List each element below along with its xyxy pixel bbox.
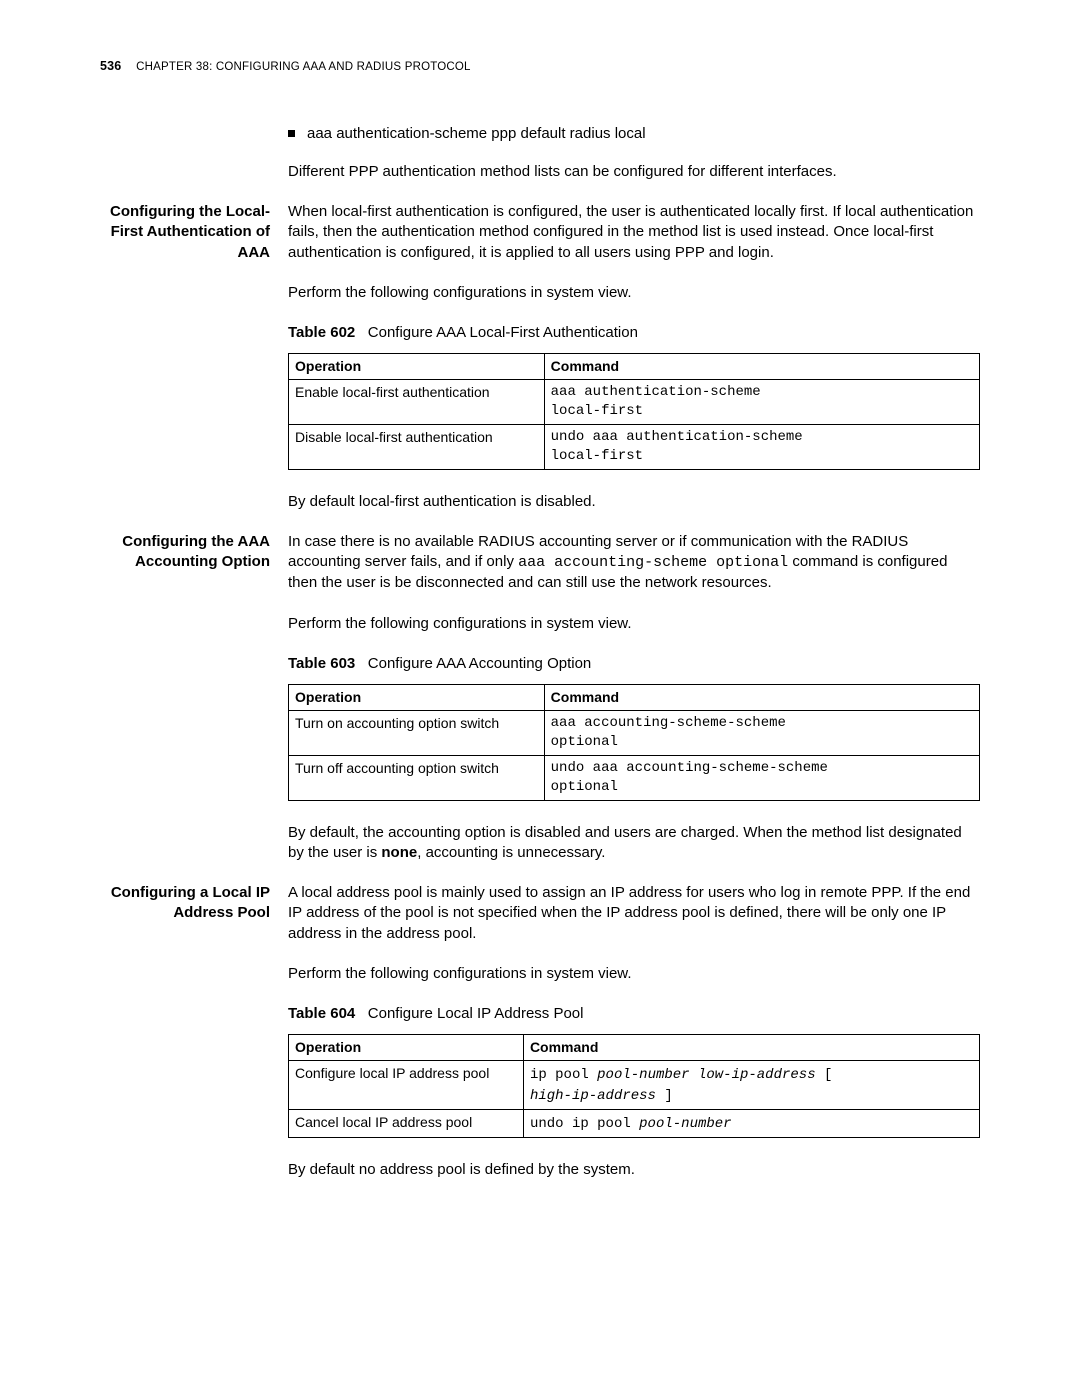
page: 536 CHAPTER 38: CONFIGURING AAA AND RADI… xyxy=(0,0,1080,1220)
table-label: Table 603 xyxy=(288,655,355,672)
para: By default no address pool is defined by… xyxy=(288,1160,980,1180)
table-row: Configure local IP address pool ip pool … xyxy=(289,1061,980,1110)
table-accounting: Operation Command Turn on accounting opt… xyxy=(288,684,980,800)
section-heading: Configuring the AAA Accounting Option xyxy=(100,532,270,573)
table-row: Cancel local IP address pool undo ip poo… xyxy=(289,1110,980,1138)
table-label: Table 604 xyxy=(288,1005,355,1022)
cell-command: undo aaa accounting-scheme-scheme option… xyxy=(544,755,979,800)
table-local-first: Operation Command Enable local-first aut… xyxy=(288,353,980,469)
cell-operation: Turn off accounting option switch xyxy=(289,755,545,800)
cell-operation: Disable local-first authentication xyxy=(289,424,545,469)
table-ip-pool: Operation Command Configure local IP add… xyxy=(288,1034,980,1138)
th-command: Command xyxy=(544,354,979,380)
bullet-text: aaa authentication-scheme ppp default ra… xyxy=(307,124,646,144)
cell-operation: Enable local-first authentication xyxy=(289,380,545,425)
running-header: 536 CHAPTER 38: CONFIGURING AAA AND RADI… xyxy=(100,58,980,76)
cell-operation: Cancel local IP address pool xyxy=(289,1110,524,1138)
cell-command: undo ip pool pool-number xyxy=(523,1110,979,1138)
section-body: A local address pool is mainly used to a… xyxy=(288,883,980,1180)
intro-block: aaa authentication-scheme ppp default ra… xyxy=(100,124,980,203)
th-command: Command xyxy=(544,685,979,711)
page-number: 536 xyxy=(100,59,121,73)
th-operation: Operation xyxy=(289,354,545,380)
para: Perform the following configurations in … xyxy=(288,614,980,634)
th-command: Command xyxy=(523,1035,979,1061)
th-operation: Operation xyxy=(289,1035,524,1061)
section-heading: Configuring the Local-First Authenticati… xyxy=(100,202,270,263)
inline-code: aaa accounting-scheme optional xyxy=(518,554,788,571)
para: Perform the following configurations in … xyxy=(288,964,980,984)
table-caption: Table 602 Configure AAA Local-First Auth… xyxy=(288,323,980,343)
section-ip-pool: Configuring a Local IP Address Pool A lo… xyxy=(100,883,980,1180)
bold-none: none xyxy=(381,844,417,861)
table-row: Turn off accounting option switch undo a… xyxy=(289,755,980,800)
table-title: Configure AAA Local-First Authentication xyxy=(368,324,638,341)
cell-operation: Turn on accounting option switch xyxy=(289,711,545,756)
section-body: When local-first authentication is confi… xyxy=(288,202,980,532)
cell-command: ip pool pool-number low-ip-address [ hig… xyxy=(523,1061,979,1110)
table-row: Turn on accounting option switch aaa acc… xyxy=(289,711,980,756)
para: In case there is no available RADIUS acc… xyxy=(288,532,980,594)
para: When local-first authentication is confi… xyxy=(288,202,980,263)
cell-operation: Configure local IP address pool xyxy=(289,1061,524,1110)
th-operation: Operation xyxy=(289,685,545,711)
intro-para: Different PPP authentication method list… xyxy=(288,162,980,182)
table-row: Disable local-first authentication undo … xyxy=(289,424,980,469)
cell-command: undo aaa authentication-scheme local-fir… xyxy=(544,424,979,469)
cell-command: aaa accounting-scheme-scheme optional xyxy=(544,711,979,756)
table-label: Table 602 xyxy=(288,324,355,341)
cell-command: aaa authentication-scheme local-first xyxy=(544,380,979,425)
para: By default, the accounting option is dis… xyxy=(288,823,980,864)
para: Perform the following configurations in … xyxy=(288,283,980,303)
table-title: Configure AAA Accounting Option xyxy=(368,655,591,672)
bullet-item: aaa authentication-scheme ppp default ra… xyxy=(288,124,980,144)
table-title: Configure Local IP Address Pool xyxy=(368,1005,584,1022)
table-caption: Table 603 Configure AAA Accounting Optio… xyxy=(288,654,980,674)
section-body: In case there is no available RADIUS acc… xyxy=(288,532,980,883)
para: By default local-first authentication is… xyxy=(288,492,980,512)
intro-body: aaa authentication-scheme ppp default ra… xyxy=(288,124,980,203)
table-caption: Table 604 Configure Local IP Address Poo… xyxy=(288,1004,980,1024)
table-row: Enable local-first authentication aaa au… xyxy=(289,380,980,425)
para: A local address pool is mainly used to a… xyxy=(288,883,980,944)
bullet-icon xyxy=(288,130,295,137)
section-accounting: Configuring the AAA Accounting Option In… xyxy=(100,532,980,883)
chapter-title: CHAPTER 38: CONFIGURING AAA AND RADIUS P… xyxy=(136,61,470,73)
section-heading: Configuring a Local IP Address Pool xyxy=(100,883,270,924)
section-local-first: Configuring the Local-First Authenticati… xyxy=(100,202,980,532)
